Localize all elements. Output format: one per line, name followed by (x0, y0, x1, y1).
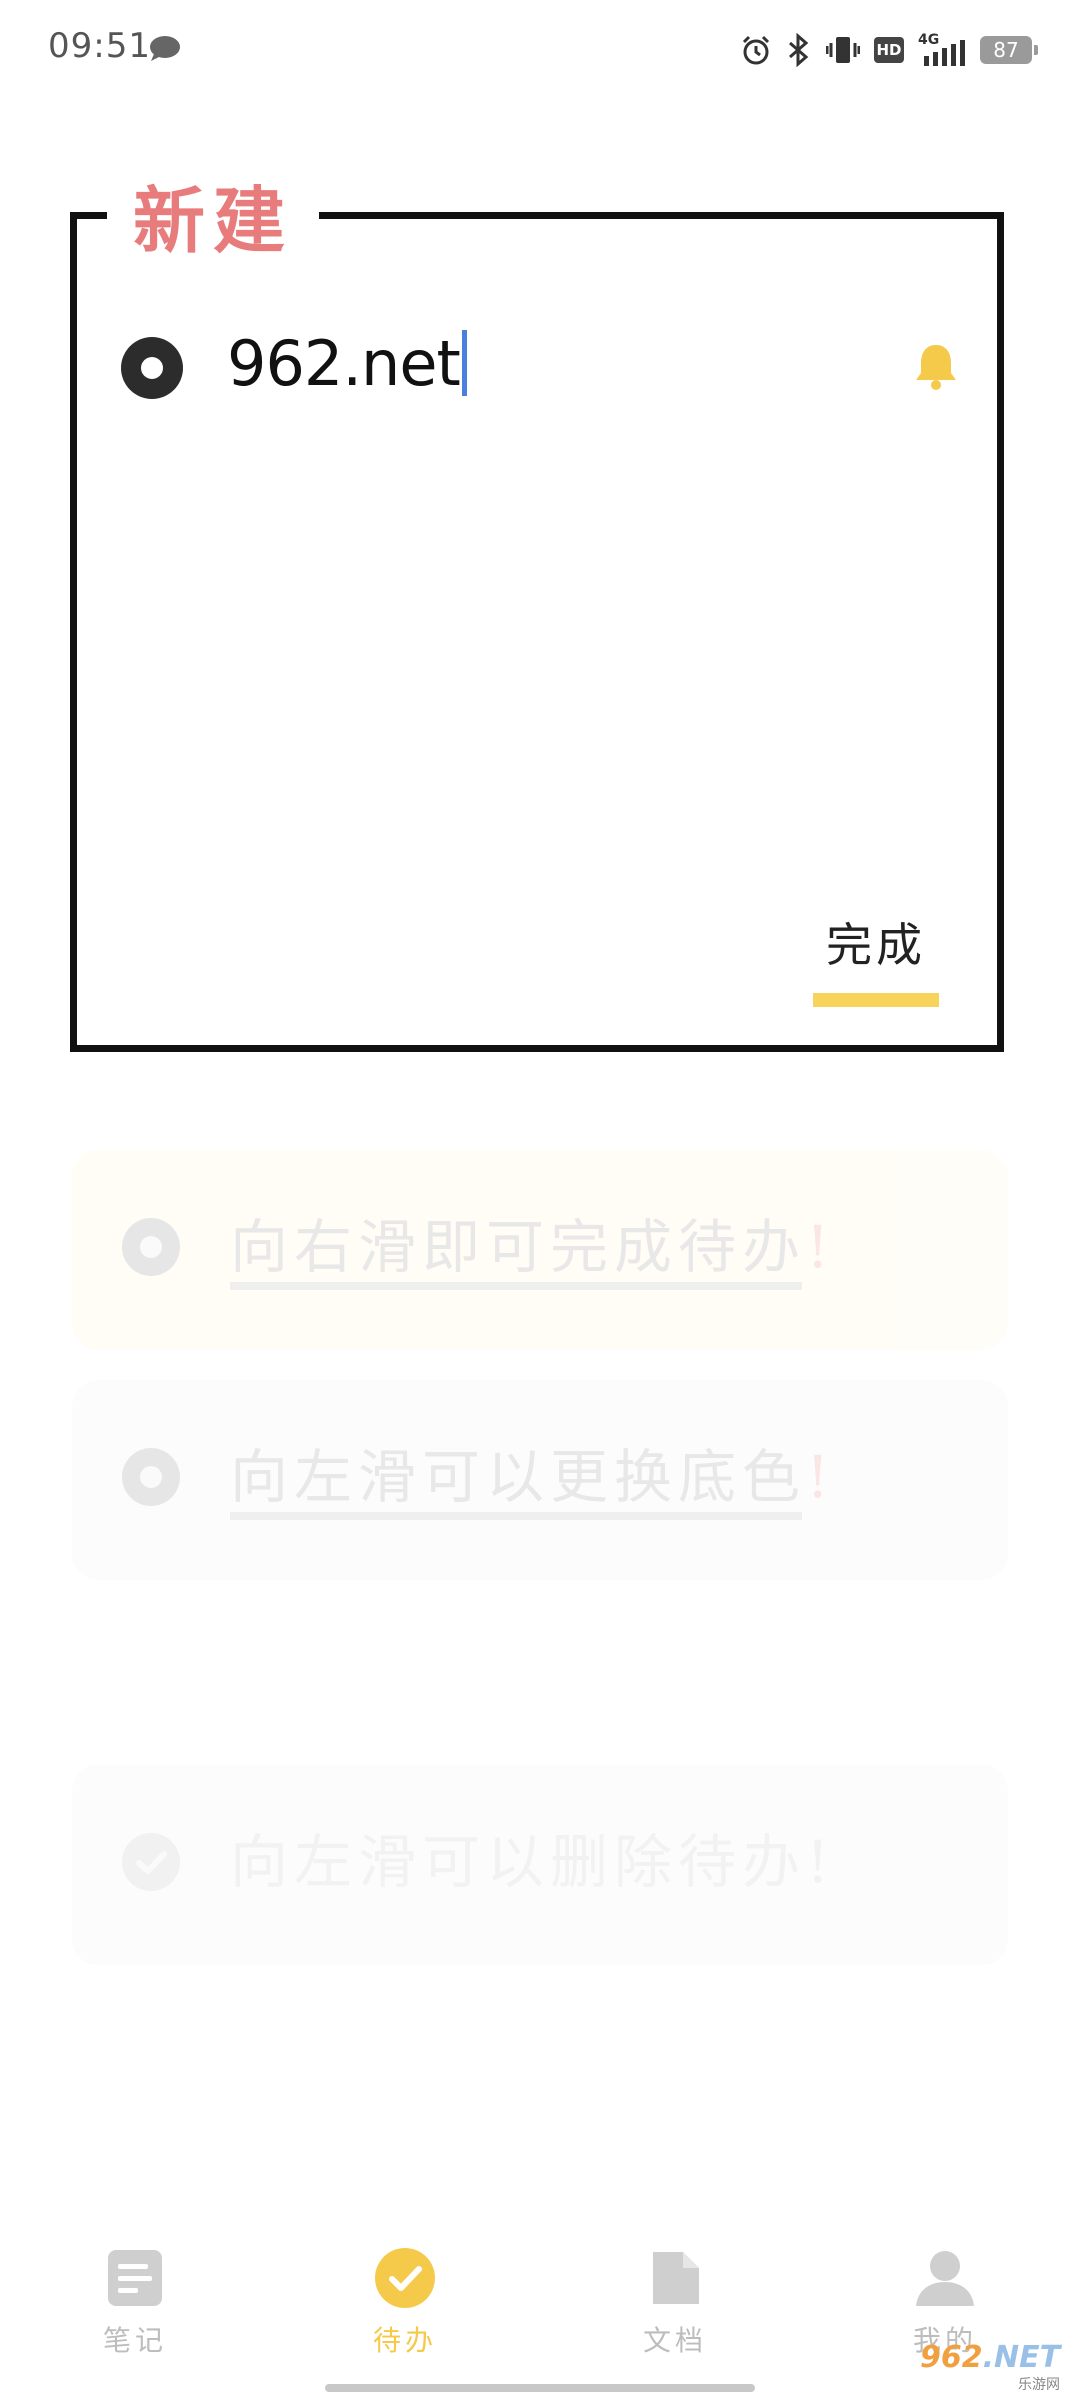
watermark-suffix: .NET (982, 2340, 1061, 2375)
bottom-nav: 笔记 待办 文档 我的 (0, 2205, 1080, 2400)
nav-label-notes: 笔记 (102, 2324, 167, 2357)
vibrate-icon (826, 37, 860, 63)
watermark-number: 962 (920, 2340, 983, 2375)
hint-card-swipe-left-color[interactable]: 向左滑可以更换底色! (72, 1380, 1008, 1580)
alarm-icon (742, 35, 770, 65)
bell-icon[interactable] (913, 341, 959, 391)
hint-card-swipe-right[interactable]: 向右滑即可完成待办! (72, 1150, 1008, 1350)
signal-icon: 4G (918, 32, 965, 66)
note-icon (104, 2247, 166, 2309)
watermark-sub: 乐游网 (1018, 2377, 1060, 2393)
hint-radio-button[interactable] (122, 1448, 180, 1506)
document-icon (644, 2247, 706, 2309)
hint-underline (230, 1282, 802, 1290)
hint-card-swipe-left-delete[interactable]: 向左滑可以删除待办! (72, 1765, 1008, 1965)
done-underline (813, 993, 939, 1007)
nav-label-todo: 待办 (372, 2324, 437, 2357)
hint-text: 向左滑可以更换底色! (230, 1430, 835, 1514)
radio-dot (140, 1466, 162, 1488)
check-circle-icon (374, 2247, 436, 2309)
nav-item-todo[interactable]: 待办 (270, 2205, 540, 2400)
new-title: 新建 (133, 177, 294, 263)
status-bar: 09:51 HD 4G 87 (0, 0, 1080, 100)
radio-dot (141, 357, 163, 379)
check-circle-icon[interactable] (122, 1833, 180, 1891)
svg-text:4G: 4G (918, 32, 939, 48)
todo-radio-button[interactable] (121, 337, 183, 399)
nav-label-docs: 文档 (642, 2324, 707, 2357)
text-caret (461, 330, 467, 396)
watermark-logo: 962.NET 乐游网 (920, 2340, 1070, 2393)
done-label: 完成 (826, 918, 926, 972)
user-icon (914, 2247, 976, 2309)
hint-text-body: 向左滑可以更换底色 (230, 1443, 807, 1511)
hint-exclamation: ! (806, 1213, 836, 1281)
todo-screen: 09:51 HD 4G 87 新建 962.net 完成 向右滑即可完成待办! … (0, 0, 1080, 2400)
home-indicator[interactable] (325, 2384, 755, 2392)
new-title-wrap: 新建 (107, 159, 320, 269)
radio-dot (140, 1236, 162, 1258)
watermark-main: 962.NET (920, 2340, 1070, 2375)
status-icons: HD 4G 87 (740, 30, 1038, 70)
todo-input-field[interactable]: 962.net (227, 323, 467, 403)
nav-item-notes[interactable]: 笔记 (0, 2205, 270, 2400)
done-button[interactable]: 完成 (811, 909, 941, 1007)
hint-radio-button[interactable] (122, 1218, 180, 1276)
hint-underline (230, 1512, 802, 1520)
todo-input-text: 962.net (227, 326, 461, 400)
chat-bubble-icon (150, 36, 180, 61)
battery-indicator: 87 (980, 36, 1038, 64)
nav-item-docs[interactable]: 文档 (540, 2205, 810, 2400)
hint-exclamation: ! (806, 1443, 836, 1511)
hint-text-body: 向右滑即可完成待办 (230, 1213, 807, 1281)
hint-text: 向左滑可以删除待办! (230, 1828, 836, 1896)
bluetooth-icon (789, 33, 809, 67)
hd-badge: HD (874, 37, 904, 63)
new-todo-card: 新建 962.net 完成 (70, 159, 1004, 1052)
status-time: 09:51 (48, 26, 151, 66)
hint-text: 向右滑即可完成待办! (230, 1200, 835, 1284)
